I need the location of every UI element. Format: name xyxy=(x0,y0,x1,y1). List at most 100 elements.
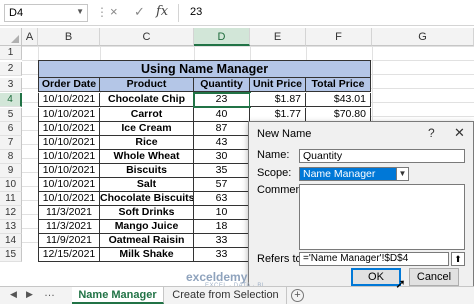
cell-product[interactable]: Chocolate Chip xyxy=(100,93,194,107)
row-header[interactable]: 15 xyxy=(0,248,22,262)
cell-product[interactable]: Carrot xyxy=(100,108,194,122)
collapse-dialog-icon[interactable]: ⬆ xyxy=(451,252,465,266)
cell-quantity[interactable]: 33 xyxy=(194,234,250,248)
column-header-c[interactable]: C xyxy=(100,28,194,46)
cell-product[interactable]: Milk Shake xyxy=(100,248,194,262)
column-header-a[interactable]: A xyxy=(22,28,38,46)
formula-input[interactable]: 23 xyxy=(190,6,202,18)
cancel-button[interactable]: Cancel xyxy=(409,268,459,286)
scroll-left-icon[interactable]: ◀ xyxy=(10,289,17,300)
row-header[interactable]: 8 xyxy=(0,150,22,164)
name-label: Name: xyxy=(257,149,290,161)
name-box[interactable]: D4 ▼ xyxy=(4,4,88,22)
column-header-f[interactable]: F xyxy=(306,28,372,46)
refers-to-field[interactable]: ='Name Manager'!$D$4 xyxy=(299,252,449,266)
cell-quantity[interactable]: 87 xyxy=(194,122,250,136)
cell-unit-price[interactable]: $1.77 xyxy=(250,108,306,122)
cell-order-date[interactable]: 10/10/2021 xyxy=(38,108,100,122)
cancel-icon[interactable]: × xyxy=(110,4,118,19)
tab-name-manager[interactable]: Name Manager xyxy=(72,287,164,304)
cell-order-date[interactable]: 11/3/2021 xyxy=(38,220,100,234)
cell-quantity[interactable]: 23 xyxy=(193,92,251,108)
cell-quantity[interactable]: 35 xyxy=(194,164,250,178)
cell-quantity[interactable]: 57 xyxy=(194,178,250,192)
cell-product[interactable]: Salt xyxy=(100,178,194,192)
cell-total-price[interactable]: $70.80 xyxy=(306,108,371,122)
enter-icon[interactable]: ✓ xyxy=(134,4,145,20)
column-header-g[interactable]: G xyxy=(372,28,474,46)
cell-quantity[interactable]: 10 xyxy=(194,206,250,220)
cell-quantity[interactable]: 40 xyxy=(194,108,250,122)
header-unit-price[interactable]: Unit Price xyxy=(250,78,306,92)
select-all-button[interactable] xyxy=(0,28,22,46)
cell-order-date[interactable]: 10/10/2021 xyxy=(38,192,100,206)
close-icon[interactable]: ✕ xyxy=(454,125,465,141)
row-header[interactable]: 6 xyxy=(0,122,22,136)
tab-create-from-selection[interactable]: Create from Selection xyxy=(165,287,287,304)
row-header[interactable]: 7 xyxy=(0,136,22,150)
cell-unit-price[interactable]: $1.87 xyxy=(250,93,306,107)
chevron-down-icon[interactable]: ▼ xyxy=(76,7,84,16)
cell-product[interactable]: Ice Cream xyxy=(100,122,194,136)
cell-order-date[interactable]: 10/10/2021 xyxy=(38,178,100,192)
column-header-b[interactable]: B xyxy=(38,28,100,46)
row-header[interactable]: 5 xyxy=(0,108,22,122)
mouse-cursor-icon: ➚ xyxy=(395,276,406,291)
cell-product[interactable]: Soft Drinks xyxy=(100,206,194,220)
scroll-right-icon[interactable]: ▶ xyxy=(26,289,33,300)
insert-function-icon[interactable]: fx xyxy=(156,4,168,19)
cell-product[interactable]: Whole Wheat xyxy=(100,150,194,164)
row-header[interactable]: 4 xyxy=(0,93,22,107)
new-name-dialog: New Name ? ✕ Name: Quantity Scope: Name … xyxy=(248,121,474,287)
chevron-down-icon[interactable]: ▼ xyxy=(396,167,409,181)
row-header[interactable]: 12 xyxy=(0,206,22,220)
cell-product[interactable]: Rice xyxy=(100,136,194,150)
cell-product[interactable]: Mango Juice xyxy=(100,220,194,234)
row-header[interactable]: 14 xyxy=(0,234,22,248)
row-header[interactable]: 10 xyxy=(0,178,22,192)
row-header[interactable]: 2 xyxy=(0,62,22,76)
help-icon[interactable]: ? xyxy=(428,126,435,140)
more-options-icon: ⋮ xyxy=(96,5,108,19)
cell-product[interactable]: Chocolate Biscuits xyxy=(100,192,194,206)
refers-to-label: Refers to: xyxy=(257,253,305,265)
header-quantity[interactable]: Quantity xyxy=(194,78,250,92)
row-header[interactable]: 9 xyxy=(0,164,22,178)
cell-order-date[interactable]: 10/10/2021 xyxy=(38,136,100,150)
cell-order-date[interactable]: 11/3/2021 xyxy=(38,206,100,220)
scope-label: Scope: xyxy=(257,167,292,179)
cell-order-date[interactable]: 10/10/2021 xyxy=(38,164,100,178)
row-header[interactable]: 1 xyxy=(0,46,22,60)
row-header[interactable]: 11 xyxy=(0,192,22,206)
cell-quantity[interactable]: 18 xyxy=(194,220,250,234)
formula-separator xyxy=(178,4,179,22)
row-header[interactable]: 3 xyxy=(0,78,22,92)
column-header-d[interactable]: D xyxy=(194,28,250,46)
header-order-date[interactable]: Order Date xyxy=(38,78,100,92)
cell-product[interactable]: Oatmeal Raisin xyxy=(100,234,194,248)
table-title[interactable]: Using Name Manager xyxy=(38,60,371,78)
dialog-title: New Name xyxy=(257,128,312,140)
scope-select[interactable]: Name Manager xyxy=(299,167,409,181)
cell-quantity[interactable]: 63 xyxy=(194,192,250,206)
cell-order-date[interactable]: 11/9/2021 xyxy=(38,234,100,248)
more-tabs-icon[interactable]: … xyxy=(44,287,55,299)
name-field[interactable]: Quantity xyxy=(299,149,465,163)
header-product[interactable]: Product xyxy=(100,78,194,92)
cell-product[interactable]: Biscuits xyxy=(100,164,194,178)
header-total-price[interactable]: Total Price xyxy=(306,78,371,92)
exceldemy-logo: exceldemy xyxy=(186,270,248,284)
ok-button[interactable]: OK xyxy=(351,268,401,286)
cell-order-date[interactable]: 10/10/2021 xyxy=(38,150,100,164)
cell-quantity[interactable]: 33 xyxy=(194,248,250,262)
comment-field[interactable] xyxy=(299,184,465,250)
cell-order-date[interactable]: 12/15/2021 xyxy=(38,248,100,262)
column-header-e[interactable]: E xyxy=(250,28,306,46)
row-header[interactable]: 13 xyxy=(0,220,22,234)
cell-quantity[interactable]: 30 xyxy=(194,150,250,164)
add-sheet-icon[interactable]: + xyxy=(291,289,304,302)
cell-total-price[interactable]: $43.01 xyxy=(306,93,371,107)
cell-order-date[interactable]: 10/10/2021 xyxy=(38,93,100,107)
cell-quantity[interactable]: 43 xyxy=(194,136,250,150)
cell-order-date[interactable]: 10/10/2021 xyxy=(38,122,100,136)
